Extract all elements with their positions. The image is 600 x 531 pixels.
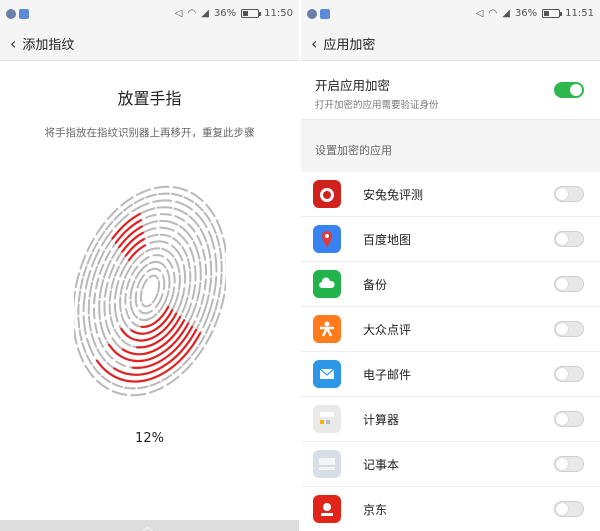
header: ‹ 添加指纹 (0, 27, 299, 61)
calculator-icon (313, 405, 341, 433)
status-bar: ◁ ◠ ◢ 36% 11:51 (301, 0, 600, 27)
signal-icon: ◢ (201, 8, 209, 19)
section-header: 设置加密的应用 (301, 128, 600, 172)
app-name: 计算器 (363, 412, 400, 427)
notepad-icon (313, 450, 341, 478)
app-name: 备份 (363, 277, 388, 292)
email-icon (313, 360, 341, 388)
app-name: 百度地图 (363, 232, 412, 247)
progress-percent: 12% (135, 431, 164, 446)
dianping-icon (313, 315, 341, 343)
app-list: 安兔兔评测百度地图备份大众点评电子邮件计算器记事本京东 (301, 172, 600, 531)
shield-icon (320, 8, 330, 19)
list-item[interactable]: 百度地图 (301, 217, 600, 262)
app-name: 大众点评 (363, 322, 412, 337)
encrypt-toggle[interactable] (554, 82, 584, 98)
encrypt-subtitle: 打开加密的应用需要验证身份 (315, 100, 439, 111)
app-lock-toggle[interactable] (554, 501, 584, 517)
encrypt-setting[interactable]: 开启应用加密 打开加密的应用需要验证身份 (301, 61, 600, 120)
list-item[interactable]: 备份 (301, 262, 600, 307)
chevron-up-icon[interactable]: ︿ (142, 518, 153, 531)
list-item[interactable]: 京东 (301, 487, 600, 531)
fingerprint-screen: ◁ ◠ ◢ 36% 11:50 ‹ 添加指纹 放置手指 将手指放在指纹识别器上再… (0, 0, 299, 531)
backup-cloud-icon (313, 270, 341, 298)
shield-icon (19, 8, 29, 19)
antutu-icon (313, 180, 341, 208)
app-name: 京东 (363, 502, 388, 517)
header: ‹ 应用加密 (301, 27, 600, 61)
list-item[interactable]: 大众点评 (301, 307, 600, 352)
clock: 11:50 (264, 8, 293, 19)
prompt-instruction: 将手指放在指纹识别器上再移开，重复此步骤 (44, 127, 255, 139)
fingerprint-content: 放置手指 将手指放在指纹识别器上再移开，重复此步骤 12% ︿ (0, 61, 299, 531)
list-item[interactable]: 电子邮件 (301, 352, 600, 397)
status-bar: ◁ ◠ ◢ 36% 11:50 (0, 0, 299, 27)
jd-icon (313, 495, 341, 523)
app-lock-content: 开启应用加密 打开加密的应用需要验证身份 设置加密的应用 安兔兔评测百度地图备份… (301, 61, 600, 531)
app-name: 安兔兔评测 (363, 187, 424, 202)
app-lock-toggle[interactable] (554, 321, 584, 337)
list-item[interactable]: 安兔兔评测 (301, 172, 600, 217)
fingerprint-icon (74, 185, 226, 397)
list-item[interactable]: 计算器 (301, 397, 600, 442)
battery-icon (542, 9, 563, 18)
wifi-icon: ◠ (488, 8, 498, 19)
app-name: 记事本 (363, 457, 400, 472)
mute-icon: ◁ (475, 8, 484, 19)
app-lock-toggle[interactable] (554, 456, 584, 472)
app-lock-toggle[interactable] (554, 276, 584, 292)
app-lock-screen: ◁ ◠ ◢ 36% 11:51 ‹ 应用加密 开启应用加密 打开加密的应用需要验… (301, 0, 600, 531)
prompt-title: 放置手指 (117, 89, 182, 108)
list-item[interactable]: 记事本 (301, 442, 600, 487)
page-title: 应用加密 (323, 38, 376, 53)
app-lock-toggle[interactable] (554, 231, 584, 247)
notification-icon (6, 8, 16, 19)
clock: 11:51 (565, 8, 594, 19)
back-icon[interactable]: ‹ (311, 34, 317, 53)
signal-icon: ◢ (502, 8, 510, 19)
battery-icon (241, 9, 262, 18)
wifi-icon: ◠ (187, 8, 197, 19)
app-lock-toggle[interactable] (554, 366, 584, 382)
app-name: 电子邮件 (363, 367, 412, 382)
notification-icon (307, 8, 317, 19)
bottom-bar[interactable]: ︿ (0, 520, 299, 531)
battery-percent: 36% (514, 8, 538, 19)
mute-icon: ◁ (174, 8, 183, 19)
back-icon[interactable]: ‹ (10, 34, 16, 53)
app-lock-toggle[interactable] (554, 411, 584, 427)
battery-percent: 36% (213, 8, 237, 19)
app-lock-toggle[interactable] (554, 186, 584, 202)
baidu-map-icon (313, 225, 341, 253)
page-title: 添加指纹 (22, 38, 75, 53)
